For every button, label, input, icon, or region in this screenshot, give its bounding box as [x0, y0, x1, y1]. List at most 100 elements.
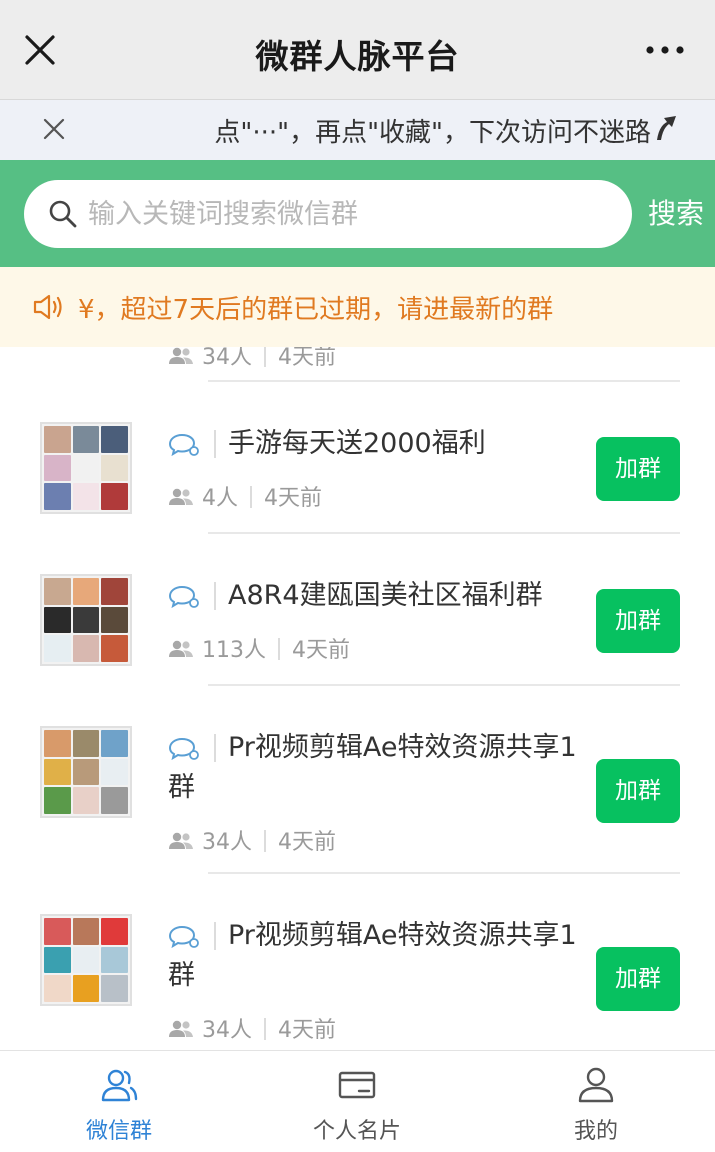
avatar-thumb [44, 635, 71, 662]
tab-label: 个人名片 [312, 1119, 401, 1144]
tab-label: 微信群 [85, 1119, 152, 1144]
search-box[interactable] [24, 180, 632, 248]
group-name: Pr视频剪辑Ae特效资源共享1群 [168, 920, 577, 991]
group-list[interactable]: 34人 4天前 手游每天送2000福利 4人 4天前 加群 A8R4建瓯国美社区… [0, 347, 715, 1050]
avatar-thumb [101, 426, 128, 453]
notice-text: ¥，超过7天后的群已过期，请进最新的群 [78, 295, 554, 325]
member-count: 4人 [202, 486, 238, 511]
tab-label: 我的 [573, 1119, 618, 1144]
member-count: 113人 [202, 638, 266, 663]
avatar-thumb [101, 787, 128, 814]
user-icon [578, 1067, 614, 1103]
group-name: Pr视频剪辑Ae特效资源共享1群 [168, 732, 577, 803]
search-icon [49, 200, 77, 228]
group-avatar [40, 574, 132, 666]
join-group-button[interactable]: 加群 [596, 437, 680, 501]
avatar-thumb [101, 483, 128, 510]
avatar-thumb [44, 946, 71, 974]
group-meta: 34人 4天前 [168, 1012, 336, 1044]
avatar-thumb [72, 946, 100, 974]
post-time: 4天前 [278, 347, 336, 370]
avatar-thumb [101, 606, 128, 634]
group-meta: 113人 4天前 [168, 632, 350, 664]
avatar-thumb [44, 918, 71, 945]
meta-divider [250, 486, 252, 508]
meta-divider [264, 1018, 266, 1040]
avatar-thumb [72, 635, 100, 662]
avatar-thumb [101, 946, 128, 974]
card-icon [338, 1071, 376, 1099]
people-icon [169, 832, 193, 849]
avatar-thumb [101, 635, 128, 662]
avatar-thumb [101, 758, 128, 786]
people-icon [169, 347, 193, 364]
avatar-thumb [101, 730, 128, 757]
list-item[interactable]: A8R4建瓯国美社区福利群 113人 4天前 加群 [0, 534, 715, 686]
bottom-tab-bar: 微信群 个人名片 我的 [0, 1050, 715, 1152]
avatar-thumb [44, 454, 71, 482]
page-title: 微群人脉平台 [255, 37, 460, 76]
group-meta: 4人 4天前 [168, 480, 322, 512]
favorite-tip-bar: 点"···"，再点"收藏"，下次访问不迷路 [0, 100, 715, 160]
list-item[interactable]: Pr视频剪辑Ae特效资源共享1群 34人 4天前 加群 [0, 874, 715, 1050]
group-avatar [40, 726, 132, 818]
avatar-thumb [44, 578, 71, 605]
post-time: 4天前 [292, 638, 350, 663]
avatar-thumb [101, 578, 128, 605]
join-group-button[interactable]: 加群 [596, 947, 680, 1011]
search-input[interactable] [88, 180, 608, 248]
people-icon [169, 488, 193, 505]
search-button[interactable]: 搜索 [648, 192, 704, 232]
avatar-thumb [72, 426, 100, 453]
list-item[interactable]: Pr视频剪辑Ae特效资源共享1群 34人 4天前 加群 [0, 686, 715, 874]
avatar-thumb [72, 483, 100, 510]
join-group-button[interactable]: 加群 [596, 589, 680, 653]
meta-divider [264, 347, 266, 367]
avatar-thumb [72, 454, 100, 482]
avatar-thumb [101, 918, 128, 945]
avatar-thumb [44, 730, 71, 757]
tab-mine[interactable]: 我的 [477, 1051, 715, 1152]
speaker-icon [33, 294, 62, 320]
title-bar: 微群人脉平台 [0, 0, 715, 100]
more-icon[interactable] [645, 40, 685, 60]
arrow-up-right-icon [657, 116, 676, 140]
search-bar: 搜索 [0, 160, 715, 267]
group-avatar [40, 422, 132, 514]
member-count: 34人 [202, 830, 252, 855]
meta-divider [264, 830, 266, 852]
member-count: 34人 [202, 1018, 252, 1043]
avatar-thumb [44, 606, 71, 634]
page: 微群人脉平台 点"···"，再点"收藏"，下次访问不迷路 搜索 [0, 0, 715, 1152]
group-meta: 34人 4天前 [168, 347, 336, 371]
avatar-thumb [44, 483, 71, 510]
people-icon [169, 1020, 193, 1037]
tip-close-icon[interactable] [42, 117, 66, 141]
avatar-thumb [72, 578, 100, 605]
list-item[interactable]: 手游每天送2000福利 4人 4天前 加群 [0, 382, 715, 534]
group-meta: 34人 4天前 [168, 824, 336, 856]
tab-business-card[interactable]: 个人名片 [238, 1051, 476, 1152]
notice-bar: ¥，超过7天后的群已过期，请进最新的群 [0, 267, 715, 347]
people-icon [169, 640, 193, 657]
meta-divider [278, 638, 280, 660]
avatar-thumb [72, 730, 100, 757]
post-time: 4天前 [278, 830, 336, 855]
join-group-button[interactable]: 加群 [596, 759, 680, 823]
avatar-thumb [44, 758, 71, 786]
avatar-thumb [72, 606, 100, 634]
tab-wechat-groups[interactable]: 微信群 [0, 1051, 238, 1152]
avatar-thumb [72, 787, 100, 814]
avatar-thumb [72, 758, 100, 786]
avatar-thumb [72, 975, 100, 1002]
avatar-thumb [44, 975, 71, 1002]
group-avatar [40, 914, 132, 1006]
avatar-thumb [101, 975, 128, 1002]
avatar-thumb [44, 787, 71, 814]
favorite-tip-text: 点"···"，再点"收藏"，下次访问不迷路 [214, 118, 651, 148]
avatar-thumb [44, 426, 71, 453]
group-name: A8R4建瓯国美社区福利群 [228, 580, 543, 611]
post-time: 4天前 [278, 1018, 336, 1043]
avatar-thumb [72, 918, 100, 945]
post-time: 4天前 [264, 486, 322, 511]
